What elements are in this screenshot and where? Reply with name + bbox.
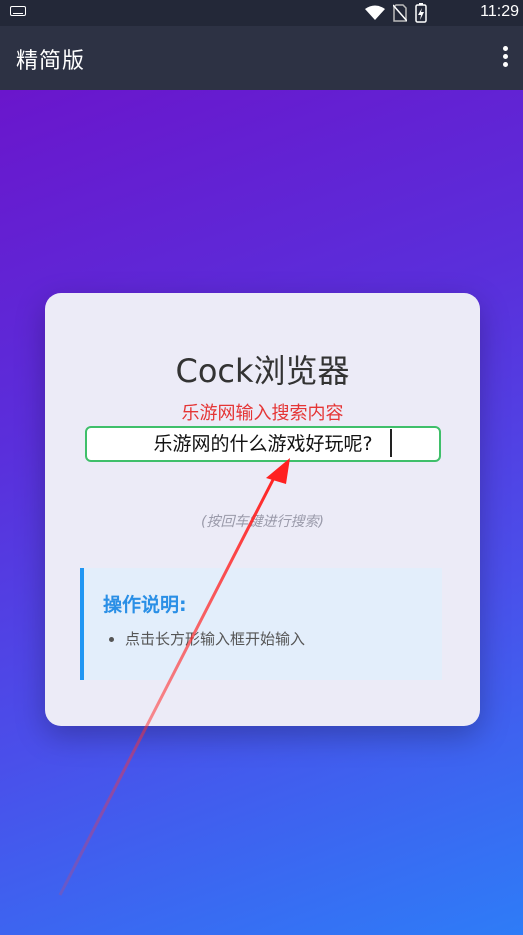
search-input[interactable] [85,426,441,462]
browser-card: Cock浏览器 乐游网输入搜索内容 (按回车键进行搜索) 操作说明: 点击长方形… [45,293,480,726]
search-input-label: 乐游网输入搜索内容 [181,403,344,424]
wifi-icon [365,5,385,20]
help-title: 操作说明: [103,594,187,616]
app-title: 精简版 [16,49,86,74]
keyboard-icon [10,6,26,16]
enter-hint: (按回车键进行搜索) [201,514,324,530]
help-box: 操作说明: 点击长方形输入框开始输入 [80,568,442,680]
status-icons [365,3,427,23]
more-vert-icon[interactable] [501,46,509,68]
app-bar: 精简版 [0,26,523,90]
help-item: 点击长方形输入框开始输入 [125,629,305,649]
help-list: 点击长方形输入框开始输入 [103,629,305,649]
status-bar: 11:29 [0,0,523,26]
text-caret [390,429,392,457]
clock: 11:29 [480,3,519,20]
browser-brand-title: Cock浏览器 [175,352,350,390]
no-sim-icon [393,4,407,22]
battery-charging-icon [415,3,427,23]
